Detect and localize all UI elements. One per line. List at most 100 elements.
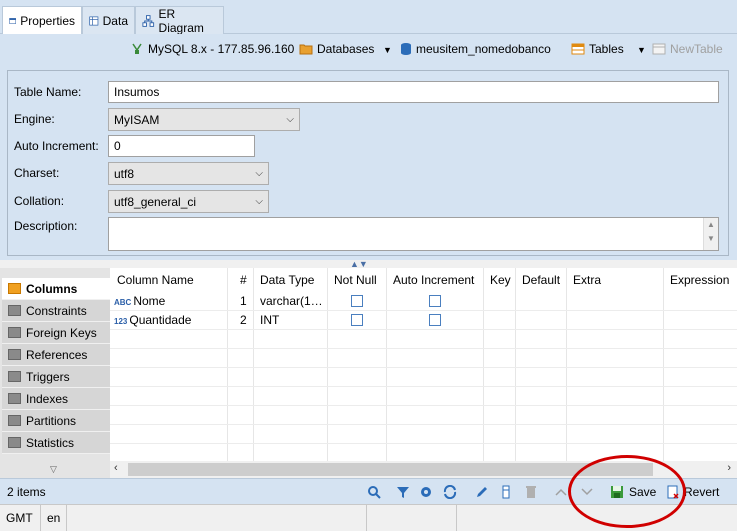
section-label: Foreign Keys bbox=[26, 325, 97, 340]
sync-icon[interactable] bbox=[442, 484, 458, 500]
header-data-type[interactable]: Data Type bbox=[254, 268, 314, 292]
section-indexes[interactable]: Indexes bbox=[2, 388, 110, 410]
connection-icon bbox=[132, 43, 142, 54]
schema-label: meusitem_nomedobanco bbox=[416, 42, 551, 56]
auto-increment-checkbox[interactable] bbox=[429, 295, 441, 307]
header-index[interactable]: # bbox=[234, 268, 247, 292]
tab-properties[interactable]: Properties bbox=[2, 6, 82, 35]
column-name-cell[interactable]: 123 Quantidade bbox=[114, 311, 191, 331]
scroll-down-icon[interactable]: ▽ bbox=[50, 464, 57, 475]
section-references[interactable]: References bbox=[2, 344, 110, 366]
column-name: Quantidade bbox=[129, 313, 192, 327]
statistics-icon bbox=[8, 437, 21, 448]
move-up-icon[interactable] bbox=[553, 484, 569, 500]
collation-label: Collation: bbox=[14, 194, 65, 208]
charset-label: Charset: bbox=[14, 166, 60, 180]
database-icon bbox=[401, 43, 411, 55]
highlight-annotation-circle bbox=[568, 455, 686, 528]
triggers-icon bbox=[8, 371, 21, 382]
not-null-checkbox[interactable] bbox=[351, 314, 363, 326]
header-not-null[interactable]: Not Null bbox=[328, 268, 377, 292]
number-type-icon: 123 bbox=[114, 317, 128, 326]
column-name-cell[interactable]: ABC Nome bbox=[114, 292, 165, 312]
schema-selector[interactable]: meusitem_nomedobanco bbox=[400, 42, 551, 56]
foreign-keys-icon bbox=[8, 327, 21, 338]
edit-icon[interactable] bbox=[474, 484, 490, 500]
table-row bbox=[110, 330, 737, 349]
indexes-icon bbox=[8, 393, 21, 404]
tab-label: ER Diagram bbox=[158, 6, 204, 35]
section-columns[interactable]: Columns bbox=[2, 278, 110, 300]
section-triggers[interactable]: Triggers bbox=[2, 366, 110, 388]
engine-value: MyISAM bbox=[114, 113, 160, 127]
locale-indicator[interactable]: en bbox=[41, 505, 67, 531]
table-name-label: Table Name: bbox=[14, 85, 82, 99]
header-key[interactable]: Key bbox=[484, 268, 511, 292]
header-default[interactable]: Default bbox=[516, 268, 560, 292]
chevron-down-icon: ⌵ bbox=[255, 168, 263, 179]
charset-value: utf8 bbox=[114, 167, 135, 181]
data-type-cell[interactable]: INT bbox=[260, 311, 279, 330]
tab-data[interactable]: Data bbox=[82, 6, 135, 34]
columns-icon bbox=[8, 283, 21, 294]
section-label: Columns bbox=[26, 281, 78, 296]
table-row[interactable]: ABC Nome 1 varchar(1… bbox=[110, 292, 737, 311]
scroll-right-icon[interactable]: › bbox=[727, 462, 731, 474]
section-partitions[interactable]: Partitions bbox=[2, 410, 110, 432]
description-label: Description: bbox=[14, 219, 78, 233]
string-type-icon: ABC bbox=[114, 298, 132, 307]
tab-label: Data bbox=[102, 13, 128, 28]
data-grid-icon bbox=[89, 16, 99, 25]
databases-label: Databases bbox=[317, 42, 375, 56]
section-label: Partitions bbox=[26, 413, 77, 428]
engine-select[interactable]: MyISAM ⌵ bbox=[108, 108, 300, 131]
connection-selector[interactable]: MySQL 8.x - 177.85.96.160 bbox=[130, 42, 294, 56]
column-name: Nome bbox=[133, 294, 166, 308]
table-row bbox=[110, 425, 737, 444]
search-icon[interactable] bbox=[366, 484, 382, 500]
table-row[interactable]: 123 Quantidade 2 INT bbox=[110, 311, 737, 330]
not-null-checkbox[interactable] bbox=[351, 295, 363, 307]
section-statistics[interactable]: Statistics bbox=[2, 432, 110, 454]
description-textarea[interactable]: ▲ ▼ bbox=[108, 217, 719, 251]
header-column-name[interactable]: Column Name bbox=[111, 268, 194, 292]
section-label: Statistics bbox=[26, 435, 75, 450]
chevron-down-icon: ⌵ bbox=[286, 114, 294, 125]
new-table-button[interactable]: NewTable bbox=[652, 42, 723, 56]
collation-select[interactable]: utf8_general_ci ⌵ bbox=[108, 190, 269, 213]
item-count: 2 items bbox=[7, 485, 46, 499]
add-column-icon[interactable] bbox=[498, 484, 514, 500]
tables-button[interactable]: Tables bbox=[571, 42, 624, 56]
header-extra[interactable]: Extra bbox=[567, 268, 601, 292]
timezone-indicator[interactable]: GMT bbox=[0, 505, 41, 531]
databases-button[interactable]: Databases bbox=[299, 42, 374, 56]
partitions-icon bbox=[8, 415, 21, 426]
gear-icon[interactable] bbox=[418, 484, 434, 500]
revert-button[interactable]: Revert bbox=[684, 485, 719, 499]
columns-grid: Column Name # Data Type Not Null Auto In… bbox=[110, 268, 737, 461]
description-scrollbar[interactable]: ▲ ▼ bbox=[703, 218, 718, 250]
auto-increment-label: Auto Increment: bbox=[14, 139, 99, 153]
tables-dropdown-icon[interactable]: ▼ bbox=[637, 45, 646, 55]
auto-increment-input[interactable]: 0 bbox=[108, 135, 255, 157]
databases-dropdown-icon[interactable]: ▼ bbox=[383, 45, 392, 55]
delete-icon[interactable] bbox=[523, 484, 539, 500]
filter-icon[interactable] bbox=[395, 484, 411, 500]
section-label: Triggers bbox=[26, 369, 70, 384]
charset-select[interactable]: utf8 ⌵ bbox=[108, 162, 269, 185]
engine-label: Engine: bbox=[14, 112, 55, 126]
data-type-cell[interactable]: varchar(1… bbox=[260, 292, 323, 311]
scroll-left-icon[interactable]: ‹ bbox=[114, 462, 118, 474]
connection-label: MySQL 8.x - 177.85.96.160 bbox=[148, 42, 295, 56]
tab-er-diagram[interactable]: ER Diagram bbox=[135, 6, 224, 35]
tables-label: Tables bbox=[589, 42, 624, 56]
table-name-input[interactable]: Insumos bbox=[108, 81, 719, 103]
table-properties-panel: Table Name: Insumos Engine: MyISAM ⌵ Aut… bbox=[0, 66, 737, 260]
auto-increment-checkbox[interactable] bbox=[429, 314, 441, 326]
header-expression[interactable]: Expression bbox=[664, 268, 729, 292]
section-label: Constraints bbox=[26, 303, 87, 318]
folder-icon bbox=[299, 44, 313, 55]
header-auto-increment[interactable]: Auto Increment bbox=[387, 268, 474, 292]
section-constraints[interactable]: Constraints bbox=[2, 300, 110, 322]
section-foreign-keys[interactable]: Foreign Keys bbox=[2, 322, 110, 344]
